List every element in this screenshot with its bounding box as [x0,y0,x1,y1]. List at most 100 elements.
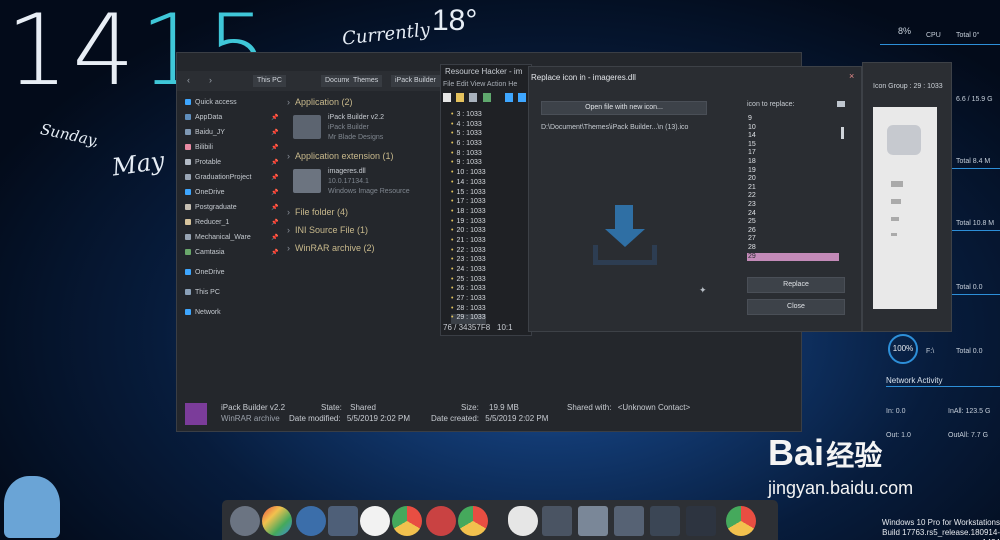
list-item[interactable]: 26 [747,227,839,236]
group-file-folder[interactable]: File folder (4) [287,207,348,217]
new-icon[interactable] [443,93,451,102]
list-item[interactable]: 18 [747,158,839,167]
app-icon[interactable] [426,506,456,536]
list-item[interactable]: • 20 : 1033 [451,227,486,237]
file-imageres-dll[interactable]: imageres.dll 10.0.17134.1 Windows Image … [293,167,433,201]
list-item[interactable]: 20 [747,175,839,184]
breadcrumb-this-pc[interactable]: This PC [253,75,286,87]
forward-arrow-icon[interactable]: › [209,75,212,85]
menu-action[interactable]: Action [487,81,506,88]
list-item[interactable]: 9 [747,115,839,124]
app-icon[interactable] [296,506,326,536]
menu-view[interactable]: View [470,81,485,88]
list-item[interactable]: 21 [747,184,839,193]
back-icon[interactable] [504,93,513,102]
chrome-icon[interactable] [726,506,756,536]
replace-button[interactable]: Replace [747,277,845,293]
list-item[interactable]: 27 [747,235,839,244]
list-item[interactable]: • 21 : 1033 [451,237,486,247]
menu-edit[interactable]: Edit [456,81,468,88]
list-item[interactable]: • 27 : 1033 [451,295,486,305]
forward-icon[interactable] [518,93,527,102]
list-item[interactable]: • 23 : 1033 [451,256,486,266]
chrome-icon[interactable] [458,506,488,536]
compile-icon[interactable] [482,93,491,102]
nav-appdata[interactable]: AppData 📌 [185,114,285,126]
replace-icon-dialog[interactable]: Replace icon in - imageres.dll × Open fi… [528,66,862,332]
back-arrow-icon[interactable]: ‹ [187,75,190,85]
list-item[interactable]: • 18 : 1033 [451,208,486,218]
close-icon[interactable]: × [849,71,854,81]
list-item[interactable]: • 6 : 1033 [451,140,486,150]
list-item[interactable]: • 19 : 1033 [451,218,486,228]
breadcrumb-ipack-builder[interactable]: iPack Builder [391,75,440,87]
list-item[interactable]: • 22 : 1033 [451,247,486,257]
list-item[interactable]: • 5 : 1033 [451,130,486,140]
open-icon[interactable] [456,93,465,102]
group-winrar-archive[interactable]: WinRAR archive (2) [287,243,375,253]
app-icon[interactable] [686,506,716,536]
app-icon[interactable] [508,506,538,536]
nav-mechanical-ware[interactable]: Mechanical_Ware 📌 [185,234,285,246]
nav-protable[interactable]: Protable 📌 [185,159,285,171]
breadcrumb-themes[interactable]: Themes [349,75,383,87]
nav-this-pc[interactable]: This PC [185,289,285,301]
chrome-icon[interactable] [392,506,422,536]
icon-group-pane[interactable]: Icon Group : 29 : 1033 [862,62,952,332]
list-item[interactable]: 14 [747,132,839,141]
nav-camtasia[interactable]: Camtasia 📌 [185,249,285,261]
list-item[interactable]: 10 [747,124,839,133]
list-item[interactable]: • 15 : 1033 [451,189,486,199]
app-icon[interactable] [578,506,608,536]
group-application-extension[interactable]: Application extension (1) [287,151,394,161]
nav-quick-access[interactable]: Quick access [185,99,285,111]
list-item[interactable]: 19 [747,167,839,176]
list-item[interactable]: 28 [747,244,839,253]
resource-tree[interactable]: • 3 : 1033 • 4 : 1033 • 5 : 1033 • 6 : 1033 … [451,111,486,325]
list-item[interactable]: • 25 : 1033 [451,276,486,286]
app-icon[interactable] [328,506,358,536]
nav-onedrive[interactable]: OneDrive [185,269,285,281]
app-icon[interactable] [262,506,292,536]
menu-help[interactable]: He [508,81,517,88]
list-item[interactable]: 15 [747,141,839,150]
nav-postgraduate[interactable]: Postgraduate 📌 [185,204,285,216]
open-file-button[interactable]: Open file with new icon... [541,101,707,115]
list-item[interactable]: 22 [747,192,839,201]
list-item[interactable]: 25 [747,218,839,227]
save-icon[interactable] [469,93,478,102]
nav-baidu-jy[interactable]: Baidu_JY 📌 [185,129,285,141]
menu-file[interactable]: File [443,81,454,88]
list-item-selected[interactable]: 29 [747,252,839,262]
list-item[interactable]: • 26 : 1033 [451,285,486,295]
nav-reducer[interactable]: Reducer_1 📌 [185,219,285,231]
list-item[interactable]: • 9 : 1033 [451,159,486,169]
list-item[interactable]: • 4 : 1033 [451,121,486,131]
nav-graduation-project[interactable]: GraduationProject 📌 [185,174,285,186]
resource-hacker-window[interactable]: Resource Hacker - im File Edit View Acti… [440,64,532,336]
list-item[interactable]: • 28 : 1033 [451,305,486,315]
list-item[interactable]: 24 [747,210,839,219]
app-icon[interactable] [542,506,572,536]
close-button[interactable]: Close [747,299,845,315]
app-icon[interactable] [230,506,260,536]
app-icon[interactable] [360,506,390,536]
list-item[interactable]: • 24 : 1033 [451,266,486,276]
list-item[interactable]: • 10 : 1033 [451,169,486,179]
nav-onedrive-pinned[interactable]: OneDrive 📌 [185,189,285,201]
nav-bilibili[interactable]: Bilibili 📌 [185,144,285,156]
group-ini-source-file[interactable]: INI Source File (1) [287,225,368,235]
list-item[interactable]: • 17 : 1033 [451,198,486,208]
list-item[interactable]: • 3 : 1033 [451,111,486,121]
list-item[interactable]: • 8 : 1033 [451,150,486,160]
nav-network[interactable]: Network [185,309,285,321]
scrollbar-thumb[interactable] [841,127,844,139]
icon-list[interactable]: 9 10 14 15 17 18 19 20 21 22 23 24 25 26… [747,115,839,267]
group-application[interactable]: Application (2) [287,97,353,107]
file-ipack-builder[interactable]: iPack Builder v2.2 iPack Builder Mr Blad… [293,113,433,147]
app-icon[interactable] [650,506,680,536]
app-icon[interactable] [614,506,644,536]
list-item[interactable]: • 14 : 1033 [451,179,486,189]
list-item[interactable]: 23 [747,201,839,210]
list-item[interactable]: 17 [747,149,839,158]
